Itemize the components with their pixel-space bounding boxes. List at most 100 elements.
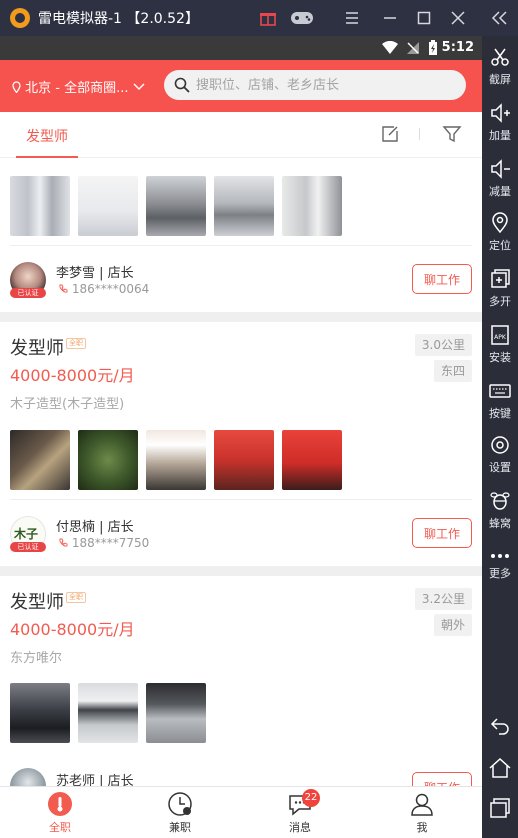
volume-up-icon	[491, 103, 510, 123]
store-photos	[10, 430, 342, 490]
city-selector[interactable]: 北京 - 全部商圈...	[12, 77, 145, 96]
store-photos	[10, 176, 342, 236]
gamepad-icon[interactable]	[290, 6, 314, 30]
gift-icon[interactable]	[256, 6, 280, 30]
store-photo[interactable]	[282, 176, 342, 236]
emulator-titlebar: 雷电模拟器-1 【2.0.52】	[0, 0, 518, 36]
company-name: 东方唯尔	[10, 651, 63, 666]
store-photo[interactable]	[10, 683, 70, 743]
store-photo[interactable]	[146, 683, 206, 743]
job-type-tag: 全职	[66, 592, 86, 603]
area-badge: 朝外	[433, 614, 472, 636]
verified-badge: 已认证	[10, 288, 46, 298]
job-title: 发型师	[10, 592, 64, 613]
tab-hairstylist[interactable]: 发型师	[16, 126, 78, 146]
nav-me[interactable]: 我	[392, 791, 452, 835]
signal-off-icon	[407, 42, 419, 54]
company-name: 木子造型(木子造型)	[10, 397, 125, 412]
phone-icon	[59, 284, 68, 293]
job-card[interactable]: 发型师 全职 3.2公里 4000-8000元/月 朝外 东方唯尔 苏老师 | …	[0, 576, 482, 786]
distance-badge: 3.2公里	[414, 588, 472, 610]
volume-down-icon	[491, 159, 510, 179]
job-title: 发型师	[10, 338, 64, 359]
store-photo[interactable]	[214, 430, 274, 490]
phone-icon	[59, 538, 68, 547]
card-divider	[10, 499, 472, 500]
location-pin-icon	[492, 212, 508, 234]
clock-icon	[168, 792, 192, 816]
job-list[interactable]: 已认证 李梦雪 | 店长 186****0064 聊工作 发型师 全职 3.0公…	[0, 158, 482, 786]
manager-phone: 188****7750	[58, 536, 149, 550]
bee-icon	[490, 492, 510, 510]
edit-icon[interactable]	[380, 124, 400, 144]
chat-button[interactable]: 聊工作	[412, 264, 472, 294]
search-box[interactable]	[164, 70, 466, 100]
android-status-bar: 5:12	[0, 36, 482, 60]
store-photo[interactable]	[214, 176, 274, 236]
menu-icon[interactable]	[340, 6, 364, 30]
app-header: 北京 - 全部商圈...	[0, 60, 482, 112]
sidepanel-hive[interactable]: 蜂窝	[482, 490, 518, 531]
svg-text:APK: APK	[494, 334, 507, 341]
location-pin-icon	[12, 81, 21, 94]
sidepanel-multi-instance[interactable]: 多开	[482, 268, 518, 309]
sidepanel-volume-up[interactable]: 加量	[482, 102, 518, 143]
emulator-logo-icon	[10, 8, 30, 28]
card-divider	[10, 245, 472, 246]
chat-button[interactable]: 聊工作	[412, 772, 472, 786]
close-icon[interactable]	[446, 6, 470, 30]
store-photo[interactable]	[78, 176, 138, 236]
sidepanel-keymap[interactable]: 按键	[482, 380, 518, 421]
job-card[interactable]: 发型师 全职 3.0公里 4000-8000元/月 东四 木子造型(木子造型) …	[0, 322, 482, 566]
store-photo[interactable]	[78, 683, 138, 743]
nav-parttime[interactable]: 兼职	[150, 791, 210, 835]
emulator-sidepanel: 截屏 加量 减量 定位 多开 APK 安装 按键 设置 蜂窝 更多	[482, 36, 518, 838]
verified-badge: 已认证	[10, 542, 46, 552]
sidepanel-screenshot[interactable]: 截屏	[482, 46, 518, 87]
maximize-icon[interactable]	[412, 6, 436, 30]
nav-fulltime[interactable]: 全职	[30, 791, 90, 835]
emulator-title: 雷电模拟器-1 【2.0.52】	[38, 11, 199, 27]
keyboard-icon	[489, 384, 511, 398]
more-dots-icon	[491, 554, 509, 558]
manager-name: 李梦雪 | 店长	[56, 266, 134, 281]
back-icon[interactable]	[488, 714, 512, 738]
minimize-icon[interactable]	[378, 6, 402, 30]
store-photo[interactable]	[10, 176, 70, 236]
tab-separator	[419, 128, 420, 140]
collapse-sidebar-icon[interactable]	[488, 6, 512, 30]
store-photo[interactable]	[10, 430, 70, 490]
sidepanel-more[interactable]: 更多	[482, 550, 518, 581]
distance-badge: 3.0公里	[414, 334, 472, 356]
bottom-navigation: 全职 兼职 消息 22 我	[0, 786, 482, 838]
recent-apps-icon[interactable]	[488, 796, 512, 820]
job-type-tag: 全职	[66, 338, 86, 349]
search-icon	[174, 77, 190, 93]
sidepanel-install[interactable]: APK 安装	[482, 324, 518, 365]
home-icon[interactable]	[488, 756, 512, 780]
salary: 4000-8000元/月	[10, 620, 135, 639]
manager-phone: 186****0064	[58, 282, 149, 296]
fulltime-icon	[48, 792, 72, 816]
chat-button[interactable]: 聊工作	[412, 518, 472, 548]
search-input[interactable]	[196, 75, 456, 95]
sidepanel-volume-down[interactable]: 减量	[482, 158, 518, 199]
job-card[interactable]: 已认证 李梦雪 | 店长 186****0064 聊工作	[0, 158, 482, 312]
emulator-window: 雷电模拟器-1 【2.0.52】 截屏 加量 减量 定位 多开 APK 安装 按…	[0, 0, 518, 838]
store-photo[interactable]	[282, 430, 342, 490]
manager-name: 付思楠 | 店长	[56, 520, 134, 535]
store-photo[interactable]	[146, 430, 206, 490]
sidepanel-location[interactable]: 定位	[482, 212, 518, 253]
store-photo[interactable]	[78, 430, 138, 490]
area-badge: 东四	[433, 360, 472, 382]
city-label: 北京 - 全部商圈...	[25, 81, 129, 96]
store-photo[interactable]	[146, 176, 206, 236]
battery-charging-icon	[429, 40, 437, 55]
filter-icon[interactable]	[442, 124, 462, 144]
multi-window-icon	[491, 269, 510, 288]
avatar[interactable]	[10, 768, 46, 786]
nav-messages[interactable]: 消息 22	[270, 789, 330, 835]
gear-icon	[491, 436, 509, 454]
message-count-badge: 22	[302, 789, 320, 807]
sidepanel-settings[interactable]: 设置	[482, 434, 518, 475]
